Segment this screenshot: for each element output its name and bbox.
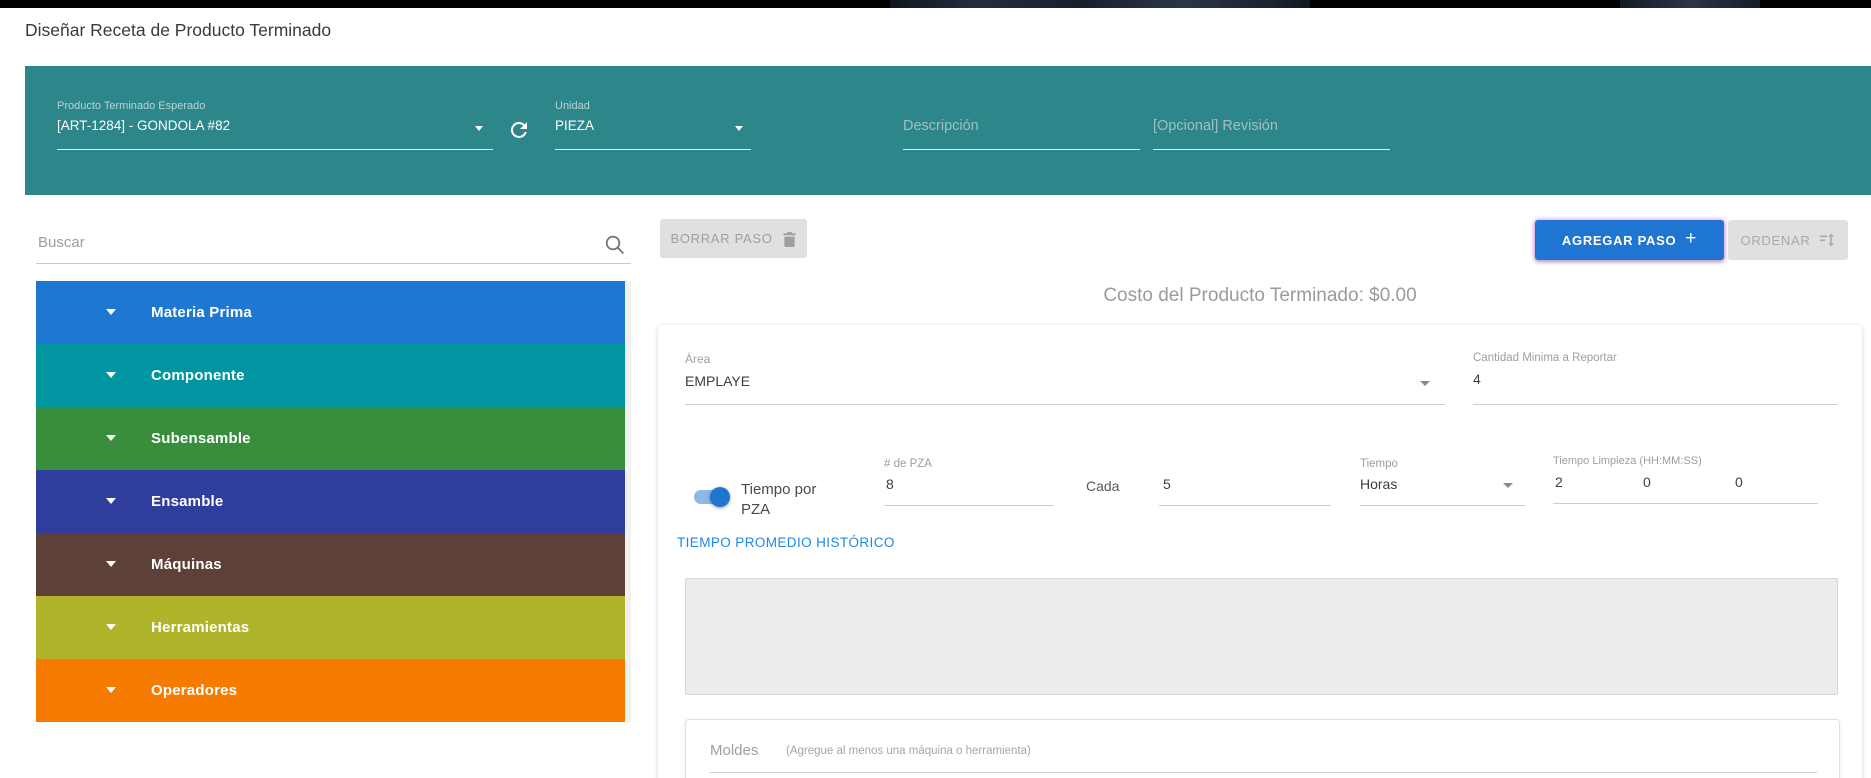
- ordenar-label: ORDENAR: [1741, 233, 1811, 248]
- moldes-label: Moldes: [710, 742, 758, 759]
- chevron-down-icon: [1420, 381, 1430, 386]
- costo-total-text: Costo del Producto Terminado: $0.00: [658, 285, 1862, 307]
- unidad-value: PIEZA: [555, 118, 594, 133]
- cada-label: Cada: [1086, 478, 1119, 494]
- tiempo-por-pza-label: Tiempo por PZA: [741, 480, 845, 520]
- chevron-down-icon: [1503, 483, 1513, 488]
- tiempo-value: Horas: [1360, 476, 1397, 492]
- num-pza-input[interactable]: [886, 476, 1051, 492]
- field-underline: [685, 404, 1445, 405]
- top-strip-texture: [890, 0, 1310, 8]
- moldes-hint: (Agregue al menos una máquina o herramie…: [786, 745, 1031, 757]
- top-strip-texture: [1620, 0, 1760, 8]
- chevron-down-icon: [475, 126, 483, 131]
- revision-field[interactable]: [Opcional] Revisión: [1153, 66, 1390, 195]
- category-label: Operadores: [151, 682, 237, 699]
- category-label: Máquinas: [151, 556, 222, 573]
- chevron-down-icon: [106, 498, 116, 504]
- category-label: Subensamble: [151, 430, 251, 447]
- category-label: Componente: [151, 367, 245, 384]
- sidebar-item-operadores[interactable]: Operadores: [36, 659, 625, 722]
- category-label: Ensamble: [151, 493, 223, 510]
- chevron-down-icon: [106, 687, 116, 693]
- field-underline: [57, 149, 493, 150]
- search-icon: [604, 234, 626, 261]
- field-underline: [1553, 503, 1818, 504]
- field-underline: [555, 149, 751, 150]
- recipe-header-bar: Producto Terminado Esperado [ART-1284] -…: [25, 66, 1871, 195]
- cantidad-minima-label: Cantidad Minima a Reportar: [1473, 352, 1617, 364]
- category-label: Herramientas: [151, 619, 249, 636]
- field-underline: [903, 149, 1140, 150]
- category-label: Materia Prima: [151, 304, 252, 321]
- revision-placeholder: [Opcional] Revisión: [1153, 118, 1278, 134]
- area-value: EMPLAYE: [685, 373, 750, 389]
- sort-icon: [1819, 232, 1835, 248]
- borrar-paso-label: BORRAR PASO: [670, 231, 772, 246]
- tiempo-por-pza-toggle[interactable]: [694, 489, 732, 505]
- sidebar-item-maquinas[interactable]: Máquinas: [36, 533, 625, 596]
- agregar-paso-button[interactable]: AGREGAR PASO +: [1535, 220, 1724, 260]
- ordenar-button[interactable]: ORDENAR: [1728, 220, 1848, 260]
- sidebar-scrollbar[interactable]: [625, 281, 631, 722]
- num-pza-label: # de PZA: [884, 458, 932, 470]
- descripcion-placeholder: Descripción: [903, 118, 979, 134]
- descripcion-field[interactable]: Descripción: [903, 66, 1140, 195]
- sidebar-item-herramientas[interactable]: Herramientas: [36, 596, 625, 659]
- moldes-input-underline[interactable]: [710, 772, 1817, 773]
- field-underline: [1159, 505, 1331, 506]
- page-title: Diseñar Receta de Producto Terminado: [25, 20, 331, 41]
- category-list: Materia Prima Componente Subensamble Ens…: [36, 281, 625, 722]
- plus-icon: +: [1685, 228, 1697, 250]
- search-input[interactable]: [36, 228, 600, 256]
- cada-input[interactable]: [1163, 476, 1328, 492]
- sidebar-item-ensamble[interactable]: Ensamble: [36, 470, 625, 533]
- app-window: Diseñar Receta de Producto Terminado Pro…: [0, 0, 1871, 778]
- limpieza-mm-input[interactable]: [1643, 474, 1713, 490]
- sidebar-item-materia-prima[interactable]: Materia Prima: [36, 281, 625, 344]
- tiempo-limpieza-label: Tiempo Limpieza (HH:MM:SS): [1553, 455, 1702, 467]
- tiempo-label: Tiempo: [1360, 458, 1398, 470]
- limpieza-hh-input[interactable]: [1555, 474, 1625, 490]
- browser-top-strip: [0, 0, 1871, 8]
- chevron-down-icon: [106, 372, 116, 378]
- unidad-label: Unidad: [555, 100, 590, 112]
- refresh-icon[interactable]: [507, 118, 531, 142]
- cantidad-minima-input[interactable]: [1473, 371, 1833, 387]
- chevron-down-icon: [106, 309, 116, 315]
- tiempo-promedio-historico-link[interactable]: TIEMPO PROMEDIO HISTÓRICO: [677, 535, 895, 550]
- borrar-paso-button[interactable]: BORRAR PASO: [660, 219, 807, 258]
- chevron-down-icon: [735, 126, 743, 131]
- chevron-down-icon: [106, 624, 116, 630]
- step-card: [658, 325, 1862, 778]
- producto-terminado-select[interactable]: Producto Terminado Esperado [ART-1284] -…: [57, 66, 493, 195]
- unidad-select[interactable]: Unidad PIEZA: [555, 66, 751, 195]
- limpieza-ss-input[interactable]: [1735, 474, 1805, 490]
- chevron-down-icon: [106, 561, 116, 567]
- field-underline: [1360, 505, 1525, 506]
- sidebar-item-componente[interactable]: Componente: [36, 344, 625, 407]
- agregar-paso-label: AGREGAR PASO: [1562, 233, 1676, 248]
- producto-terminado-value: [ART-1284] - GONDOLA #82: [57, 118, 230, 133]
- field-underline: [1153, 149, 1390, 150]
- field-underline: [884, 505, 1054, 506]
- historico-panel: [685, 578, 1838, 695]
- search-underline: [36, 263, 631, 264]
- chevron-down-icon: [106, 435, 116, 441]
- trash-icon: [782, 231, 797, 247]
- area-label: Área: [685, 352, 710, 366]
- toggle-thumb: [710, 487, 730, 507]
- field-underline: [1473, 404, 1838, 405]
- sidebar-item-subensamble[interactable]: Subensamble: [36, 407, 625, 470]
- producto-terminado-label: Producto Terminado Esperado: [57, 100, 205, 112]
